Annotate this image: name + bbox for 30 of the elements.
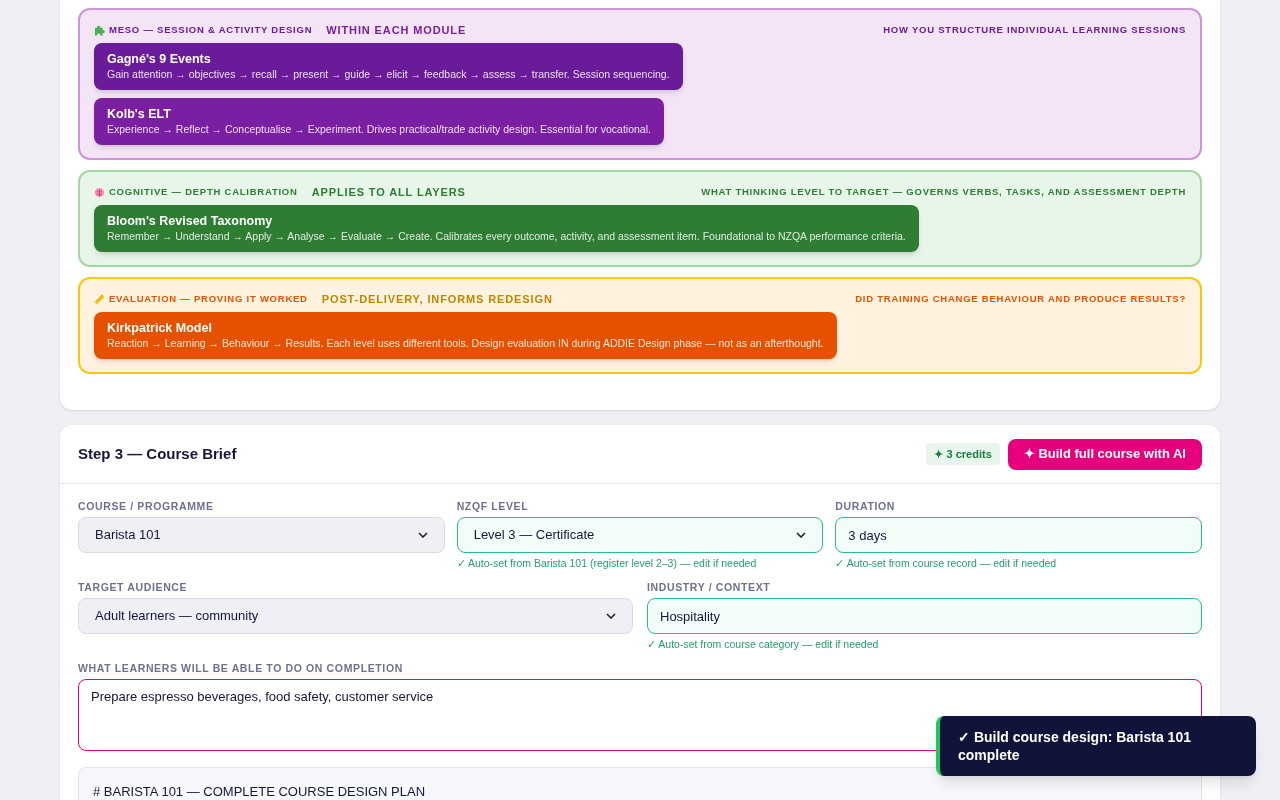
field-hint: ✓ Auto-set from course record — edit if needed [835,556,1058,570]
model-title: Gagné's 9 Events [107,51,212,67]
model-description: Gain attention → objectives → recall → present → guide → elicit → feedback → assess → transfer. Session sequencing. [107,67,670,82]
model-description: Reaction → Learning → Behaviour → Results. Each level uses different tools. Design evaluation IN during ADDIE Design phase — not as an afterthought. [107,336,824,351]
field-label: WHAT LEARNERS WILL BE ABLE TO DO ON COMPLETION [78,661,404,675]
layer-question: DID TRAINING CHANGE BEHAVIOUR AND PRODUCE RESULTS? [855,291,1186,306]
field-hint: ✓ Auto-set from course category — edit if needed [647,637,880,651]
layer-question: WHAT THINKING LEVEL TO TARGET — GOVERNS VERBS, TASKS, AND ASSESSMENT DEPTH [701,184,1186,199]
field-label: COURSE / PROGRAMME [78,499,215,513]
plan-output: # BARISTA 101 — COMPLETE COURSE DESIGN PLAN [78,767,1202,800]
model-description: Experience → Reflect → Conceptualise → Experiment. Drives practical/trade activity design. Essential for vocational. [107,122,651,137]
layer-scope: POST-DELIVERY, INFORMS REDESIGN [321,291,553,307]
section-title: Step 3 — Course Brief [78,443,237,464]
layer-scope: WITHIN EACH MODULE [326,22,467,38]
toast-notification: ✓ Build course design: Barista 101 complete [936,716,1256,776]
field-label: TARGET AUDIENCE [78,580,189,594]
layer-label: MESO — SESSION & ACTIVITY DESIGN [109,22,313,37]
field-hint: ✓ Auto-set from Barista 101 (register level 2–3) — edit if needed [456,556,758,570]
layer-label: EVALUATION — PROVING IT WORKED [109,291,308,306]
field-label: DURATION [835,499,896,513]
model-title: Bloom's Revised Taxonomy [107,213,274,229]
model-description: Remember → Understand → Apply → Analyse → Evaluate → Create. Calibrates every outcome, activity, and assessment item. Foundational to NZQA performance criteria. [107,229,906,244]
layer-label: COGNITIVE — DEPTH CALIBRATION [109,184,298,199]
model-title: Kirkpatrick Model [107,320,213,336]
layer-scope: APPLIES TO ALL LAYERS [311,184,466,200]
layer-question: HOW YOU STRUCTURE INDIVIDUAL LEARNING SESSIONS [883,22,1186,37]
field-label: NZQF LEVEL [456,499,530,513]
model-title: Kolb's ELT [107,106,172,122]
credits-badge: ✦ 3 credits [926,442,1000,466]
field-label: INDUSTRY / CONTEXT [647,580,772,594]
